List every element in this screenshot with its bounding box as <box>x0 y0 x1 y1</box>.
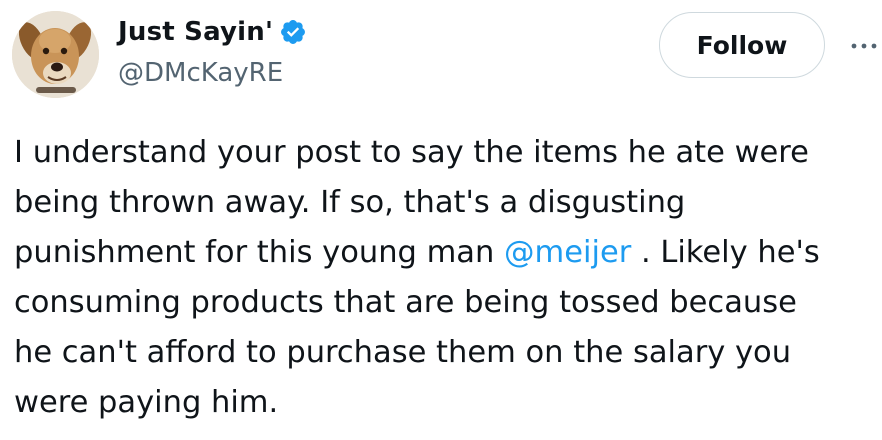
tweet-text: I understand your post to say the items … <box>14 128 880 428</box>
dog-avatar-image <box>12 11 99 98</box>
avatar[interactable] <box>12 11 99 98</box>
author-name-row: Just Sayin' <box>118 14 307 50</box>
display-name[interactable]: Just Sayin' <box>118 17 273 47</box>
author-handle[interactable]: @DMcKayRE <box>118 58 283 88</box>
verified-badge-icon[interactable] <box>279 18 307 46</box>
more-options-icon[interactable] <box>848 36 882 56</box>
tweet-card: Just Sayin' @DMcKayRE Follow I understan… <box>0 0 882 440</box>
mention-link[interactable]: @meijer <box>504 235 631 270</box>
follow-button[interactable]: Follow <box>659 12 825 78</box>
